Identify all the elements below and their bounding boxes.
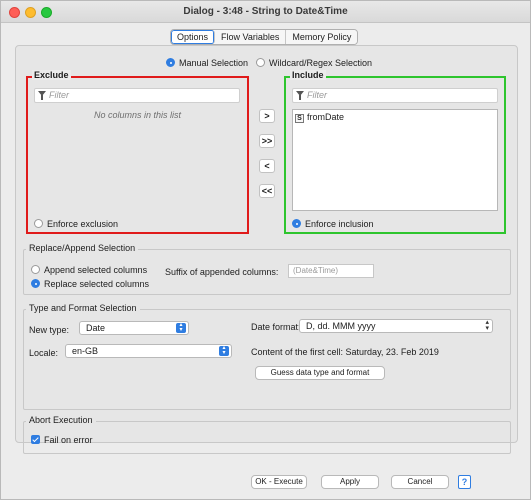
window-title: Dialog - 3:48 - String to Date&Time xyxy=(183,6,348,17)
list-item-label: fromDate xyxy=(307,112,345,122)
tab-options[interactable]: Options xyxy=(171,30,216,44)
radio-off-icon xyxy=(31,265,40,274)
wildcard-selection-label: Wildcard/Regex Selection xyxy=(269,58,373,68)
type-format-group: Type and Format Selection New type: Date… xyxy=(23,303,511,410)
manual-selection-radio[interactable]: Manual Selection xyxy=(166,58,248,68)
string-type-icon: S xyxy=(295,114,304,123)
enforce-inclusion-radio[interactable]: Enforce inclusion xyxy=(292,219,374,229)
chevron-updown-icon: ▴ ▾ xyxy=(219,345,229,356)
ok-execute-button[interactable]: OK - Execute xyxy=(251,475,307,489)
fail-on-error-checkbox[interactable]: Fail on error xyxy=(31,435,93,445)
title-bar: Dialog - 3:48 - String to Date&Time xyxy=(1,1,530,23)
radio-off-icon xyxy=(256,58,265,67)
append-columns-radio[interactable]: Append selected columns xyxy=(31,265,147,275)
guess-type-button[interactable]: Guess data type and format xyxy=(255,366,385,380)
date-format-value: D, dd. MMM yyyy xyxy=(306,321,376,331)
exclude-panel: Exclude Filter No columns in this list E… xyxy=(26,70,249,234)
append-columns-label: Append selected columns xyxy=(44,265,148,275)
abort-execution-group: Abort Execution Fail on error xyxy=(23,415,511,454)
locale-value: en-GB xyxy=(72,346,99,356)
new-type-label: New type: xyxy=(29,325,70,335)
dialog-window: Dialog - 3:48 - String to Date&Time Opti… xyxy=(0,0,531,500)
date-format-label: Date format: xyxy=(251,322,301,332)
suffix-input[interactable]: (Date&Time) xyxy=(288,264,374,278)
filter-icon xyxy=(38,91,46,100)
list-item[interactable]: SfromDate xyxy=(295,112,344,123)
date-format-select[interactable]: D, dd. MMM yyyy ▴ ▾ xyxy=(299,319,493,333)
locale-label: Locale: xyxy=(29,348,59,358)
options-panel: Manual Selection Wildcard/Regex Selectio… xyxy=(15,45,518,454)
include-filter-placeholder: Filter xyxy=(307,90,327,100)
tab-memory-policy[interactable]: Memory Policy xyxy=(286,30,358,44)
exclude-title: Exclude xyxy=(32,70,71,80)
tab-flow-variables[interactable]: Flow Variables xyxy=(215,30,287,44)
radio-off-icon xyxy=(34,219,43,228)
new-type-value: Date xyxy=(86,323,106,333)
locale-select[interactable]: en-GB ▴ ▾ xyxy=(65,344,232,358)
replace-append-group: Replace/Append Selection Append selected… xyxy=(23,243,511,295)
exclude-filter-placeholder: Filter xyxy=(49,90,69,100)
radio-on-icon xyxy=(31,279,40,288)
type-format-title: Type and Format Selection xyxy=(26,303,140,313)
include-panel: Include Filter SfromDate Enforce inclusi… xyxy=(284,70,506,234)
enforce-inclusion-label: Enforce inclusion xyxy=(305,219,374,229)
manual-selection-label: Manual Selection xyxy=(179,58,249,68)
tab-bar: Options Flow Variables Memory Policy xyxy=(170,29,359,45)
enforce-exclusion-label: Enforce exclusion xyxy=(47,219,119,229)
suffix-label: Suffix of appended columns: xyxy=(165,267,279,277)
chevron-updown-icon: ▴ ▾ xyxy=(485,319,489,332)
radio-on-icon xyxy=(166,58,175,67)
wildcard-selection-radio[interactable]: Wildcard/Regex Selection xyxy=(256,58,372,68)
filter-icon xyxy=(296,91,304,100)
replace-columns-radio[interactable]: Replace selected columns xyxy=(31,279,149,289)
chevron-updown-icon: ▴ ▾ xyxy=(176,322,186,333)
new-type-select[interactable]: Date ▴ ▾ xyxy=(79,321,189,335)
first-cell-content: Content of the first cell: Saturday, 23.… xyxy=(251,347,439,357)
replace-columns-label: Replace selected columns xyxy=(44,279,150,289)
remove-button[interactable]: < xyxy=(259,159,275,173)
include-title: Include xyxy=(290,70,326,80)
enforce-exclusion-radio[interactable]: Enforce exclusion xyxy=(34,219,118,229)
exclude-filter-input[interactable]: Filter xyxy=(34,88,240,103)
include-list[interactable]: SfromDate xyxy=(292,109,498,211)
cancel-button[interactable]: Cancel xyxy=(391,475,449,489)
exclude-empty-text: No columns in this list xyxy=(93,110,182,120)
checkmark-icon xyxy=(31,435,40,444)
replace-append-title: Replace/Append Selection xyxy=(26,243,139,253)
abort-execution-title: Abort Execution xyxy=(26,415,96,425)
fail-on-error-label: Fail on error xyxy=(44,435,93,445)
apply-button[interactable]: Apply xyxy=(321,475,379,489)
add-button[interactable]: > xyxy=(259,109,275,123)
radio-on-icon xyxy=(292,219,301,228)
help-button[interactable]: ? xyxy=(458,475,471,489)
include-filter-input[interactable]: Filter xyxy=(292,88,498,103)
remove-all-button[interactable]: << xyxy=(259,184,275,198)
add-all-button[interactable]: >> xyxy=(259,134,275,148)
